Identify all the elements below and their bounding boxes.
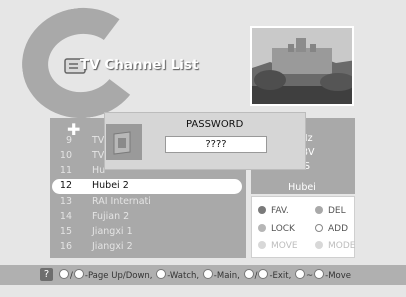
red-dot-icon [258,206,266,214]
channel-name: Jiangxi 1 [92,226,133,237]
legend-lock-label: LOCK [271,224,295,234]
channel-number: 14 [59,211,72,222]
up-button-icon [59,269,69,279]
move-dot-icon [258,241,266,249]
down-button-icon [73,269,84,279]
legend-del: DEL [315,206,346,216]
password-title: PASSWORD [186,119,244,130]
legend-move-label: MOVE [271,241,298,251]
legend-fav: FAV. [258,206,289,216]
num0-button-icon [295,269,306,279]
legend-mode-label: MODE [328,241,356,251]
channel-number: 16 [59,241,72,252]
channel-number: 13 [59,196,72,207]
help-tilde: ~ [306,271,314,281]
help-page: -Page Up/Down, [84,271,153,281]
legend-mode: ????MODE [315,241,355,251]
tv-screen: TV Channel List ✚ 9 TV 10 TV 11 Hu 12 Hu… [0,0,406,297]
help-watch: -Watch, [167,271,200,281]
channel-name: TV [92,150,105,161]
help-main: -Main, [213,271,240,281]
channel-row[interactable]: 15 Jiangxi 1 [52,225,242,240]
legend-move: MOVE [258,241,298,251]
channel-name: Hubei 2 [92,180,129,191]
question-icon: ? [40,268,53,281]
help-sep2: / [254,271,258,281]
channel-number: 11 [59,165,72,176]
info-channel-name: Hubei [288,182,316,193]
video-preview [250,26,354,106]
help-text: / -Page Up/Down, -Watch, -Main, / -Exit, ~… [58,269,351,281]
channel-row[interactable]: 13 RAI Internati [52,195,242,210]
help-exit: -Exit, [269,271,292,281]
legend-lock: LOCK [258,224,295,234]
legend-fav-label: FAV. [271,206,289,216]
channel-number: 12 [59,180,72,191]
preview-image [252,28,352,104]
menu-button-icon [202,269,213,279]
help-move: -Move [325,271,352,281]
green-dot-icon [315,206,323,214]
channel-number: 15 [59,226,72,237]
page-title: TV Channel List [80,57,199,73]
channel-row[interactable]: 16 Jiangxi 2 [52,240,242,255]
channel-row[interactable]: 14 Fujian 2 [52,210,242,225]
channel-name: Jiangxi 2 [92,241,133,252]
channel-number: 9 [65,135,72,146]
legend-add: ADD [315,224,348,234]
num9-button-icon [314,269,325,279]
ok-button-icon [156,269,167,279]
channel-number: 10 [59,150,72,161]
back-button-icon [258,269,269,279]
channel-name: RAI Internati [92,196,151,207]
channel-row-selected[interactable]: 12 Hubei 2 [52,179,242,194]
yellow-dot-icon [258,224,266,232]
help-sep: / [70,271,73,281]
legend-add-label: ADD [328,224,349,234]
legend-del-label: DEL [328,206,346,216]
lock-icon [106,124,142,160]
channel-name: Fujian 2 [92,211,130,222]
channel-name: TV [92,135,105,146]
mode-dot-icon [315,241,323,249]
password-input[interactable]: ???? [165,136,267,153]
blue-dot-icon [315,224,323,232]
exit-button-icon [243,269,254,279]
